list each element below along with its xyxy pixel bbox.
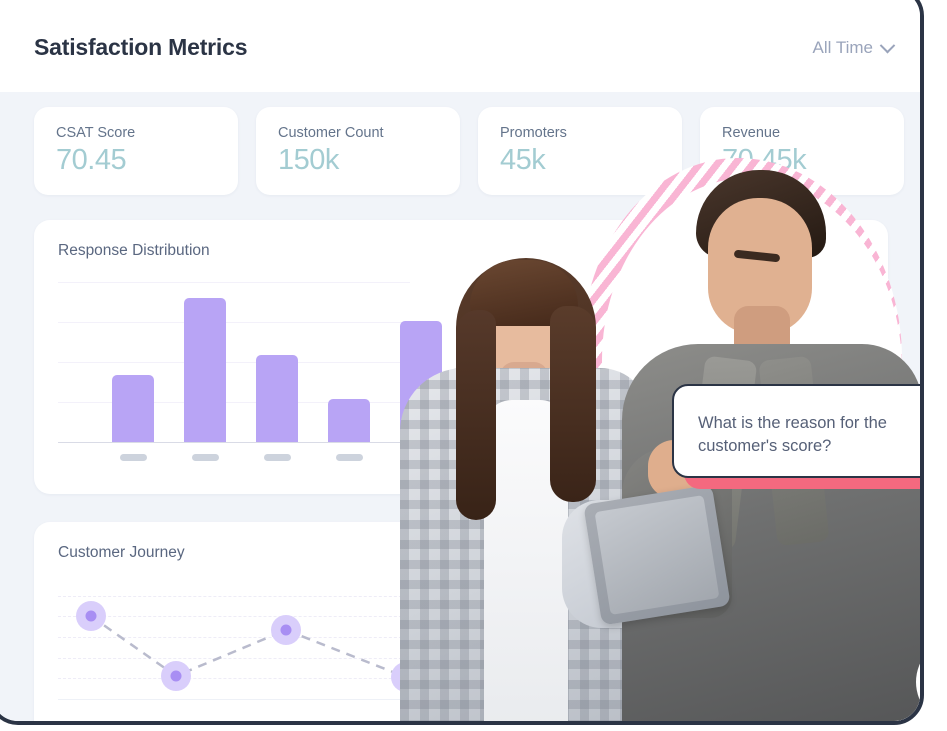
tick-label-placeholder — [335, 454, 363, 461]
panel-title: Response Distribution — [58, 242, 210, 259]
data-point[interactable] — [170, 670, 182, 682]
kpi-card-customer-count[interactable]: Customer Count 150k — [256, 107, 460, 195]
bar[interactable] — [184, 298, 226, 442]
time-range-label: All Time — [812, 38, 873, 57]
bar[interactable] — [328, 399, 370, 442]
tick-label-placeholder — [119, 454, 147, 461]
tick-label-placeholder — [263, 454, 291, 461]
time-range-dropdown[interactable]: All Time — [812, 37, 896, 58]
panel-title: Customer Journey — [58, 544, 185, 561]
kpi-value: 70.45 — [56, 144, 127, 176]
bar-chart-axis-line — [58, 442, 418, 443]
chevron-down-icon — [879, 37, 896, 53]
header-bar: Satisfaction Metrics All Time — [0, 0, 920, 92]
data-point[interactable] — [400, 671, 412, 683]
kpi-value: 70.45k — [722, 144, 807, 176]
bar[interactable] — [400, 320, 442, 442]
app-frame: Satisfaction Metrics All Time CSAT Score… — [0, 0, 924, 725]
bar[interactable] — [112, 375, 154, 442]
gridline — [58, 362, 410, 363]
kpi-card-promoters[interactable]: Promoters 45k — [478, 107, 682, 195]
kpi-label: Promoters — [500, 125, 567, 141]
tick-label-placeholder — [407, 454, 435, 461]
tick-label-placeholder — [191, 454, 219, 461]
line-chart — [58, 584, 858, 721]
kpi-label: Revenue — [722, 125, 781, 141]
data-point[interactable] — [85, 610, 97, 622]
gridline — [58, 322, 410, 323]
kpi-value: 150k — [278, 144, 339, 176]
speech-bubble: What is the reason for the customer's sc… — [672, 384, 920, 478]
page-title: Satisfaction Metrics — [34, 34, 248, 60]
kpi-card-csat-score[interactable]: CSAT Score 70.45 — [34, 107, 238, 195]
kpi-card-revenue[interactable]: Revenue 70.45k — [700, 107, 904, 195]
panel-customer-journey: Customer Journey — [34, 522, 888, 721]
kpi-label: CSAT Score — [56, 125, 136, 141]
bar[interactable] — [256, 355, 298, 442]
gridline — [58, 282, 410, 283]
kpi-label: Customer Count — [278, 125, 384, 141]
kpi-card-row: CSAT Score 70.45 Customer Count 150k Pro… — [34, 107, 904, 195]
kpi-value: 45k — [500, 144, 546, 176]
speech-bubble-text: What is the reason for the customer's sc… — [698, 414, 887, 455]
line-chart-path — [90, 615, 407, 679]
data-point[interactable] — [280, 624, 292, 636]
